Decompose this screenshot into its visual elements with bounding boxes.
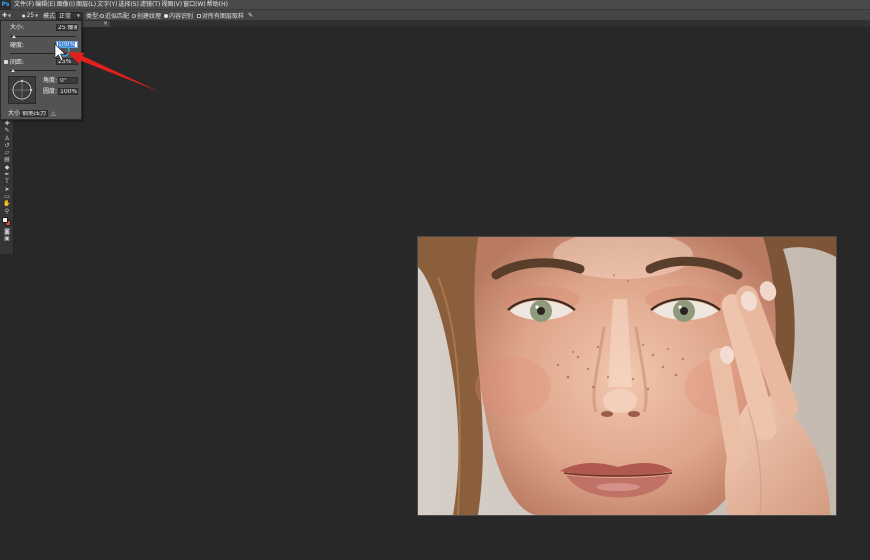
menu-type[interactable]: 文字(Y)	[97, 0, 117, 10]
menu: 文件(F) 编辑(E) 图像(I) 图层(L) 文字(Y) 选择(S) 滤镜(T…	[14, 0, 228, 10]
roundness-input[interactable]: 100%	[58, 88, 78, 95]
menu-select[interactable]: 选择(S)	[118, 0, 139, 10]
spacing-input[interactable]: 25%	[56, 58, 78, 65]
type-option-create-texture[interactable]: 创建纹理	[132, 10, 161, 21]
spacing-checkbox[interactable]	[4, 60, 8, 64]
hand-icon[interactable]: ✋	[0, 200, 14, 207]
photoshop-logo: Ps	[0, 0, 11, 10]
color-swatches	[0, 215, 14, 228]
brush-settings-popup: 大小: 25 像素 硬度: 100% 间距: 25% 角度: 0° 圆度: 10…	[0, 20, 82, 120]
portrait-photo	[418, 231, 836, 516]
foreground-color-swatch[interactable]	[2, 216, 8, 223]
zoom-icon[interactable]: ⚲	[0, 208, 14, 215]
mode-value: 正常	[59, 13, 72, 20]
pen-icon[interactable]: ✒	[0, 171, 14, 178]
path-selection-icon[interactable]: ➤	[0, 186, 14, 193]
document-tab-strip: ×	[0, 21, 870, 27]
size-slider-handle[interactable]	[11, 35, 16, 38]
type-option-label: 内容识别	[169, 13, 194, 20]
size-slider[interactable]	[10, 35, 76, 38]
chevron-down-icon: ▼	[8, 13, 12, 18]
hardness-input[interactable]: 100%	[56, 41, 78, 48]
spacing-label: 间距:	[10, 59, 25, 66]
hardness-slider-handle[interactable]	[74, 52, 78, 55]
pen-pressure-icon[interactable]: △	[51, 110, 56, 117]
menu-help[interactable]: 帮助(H)	[207, 0, 228, 10]
spacing-slider-handle[interactable]	[10, 69, 15, 72]
roundness-label: 圆度:	[43, 88, 58, 95]
menu-image[interactable]: 图像(I)	[57, 0, 75, 10]
angle-input[interactable]: 0°	[58, 77, 78, 84]
brush-icon[interactable]: ✎	[0, 127, 14, 134]
tools-panel: ✚ ✎ ♙ ↺ ▱ ▤ ◆ ✒ T ➤ ▭ ✋ ⚲ ◙ ▣	[0, 120, 14, 254]
brush-size-preview: 25	[26, 12, 35, 19]
type-label: 类型:	[86, 13, 101, 20]
type-option-content-aware[interactable]: 内容识别	[164, 10, 193, 21]
menu-bar: Ps 文件(F) 编辑(E) 图像(I) 图层(L) 文字(Y) 选择(S) 滤…	[0, 0, 870, 10]
angle-label: 角度:	[43, 77, 58, 84]
close-icon[interactable]: ×	[103, 20, 108, 27]
history-brush-icon[interactable]: ↺	[0, 142, 14, 149]
mode-dropdown[interactable]: 正常 ▼	[56, 11, 83, 20]
hardness-label: 硬度:	[10, 42, 25, 49]
size-input[interactable]: 25 像素	[56, 24, 78, 31]
radio-button[interactable]	[132, 13, 136, 18]
chevron-down-icon: ▼	[35, 13, 39, 18]
menu-window[interactable]: 窗口(W)	[183, 0, 206, 10]
document-canvas[interactable]	[418, 231, 836, 516]
size-control-dropdown[interactable]: 钢笔压力	[20, 110, 48, 117]
pen-pressure-icon[interactable]: ✎	[248, 10, 253, 21]
sample-all-layers-option[interactable]: 对所有图层取样	[197, 10, 244, 21]
gradient-icon[interactable]: ▤	[0, 156, 14, 163]
type-option-label: 近似匹配	[105, 13, 130, 20]
clone-stamp-icon[interactable]: ♙	[0, 135, 14, 142]
sample-all-layers-checkbox[interactable]	[197, 13, 201, 18]
quick-mask-icon[interactable]: ◙	[0, 228, 14, 235]
menu-file[interactable]: 文件(F)	[14, 0, 34, 10]
eraser-icon[interactable]: ▱	[0, 149, 14, 156]
menu-filter[interactable]: 滤镜(T)	[140, 0, 160, 10]
healing-brush-icon[interactable]: ✚	[0, 120, 14, 127]
brush-shape-preview	[11, 79, 33, 101]
radio-button[interactable]	[164, 13, 168, 18]
menu-view[interactable]: 视图(V)	[161, 0, 182, 10]
type-option-label: 创建纹理	[137, 13, 162, 20]
hardness-value: 100%	[58, 41, 76, 48]
document-tab[interactable]: ×	[82, 21, 110, 27]
screen-mode-icon[interactable]: ▣	[0, 235, 14, 242]
options-bar: ✚ ▼ ● 25 ▼ 模式: 正常 ▼ 类型: 近似匹配 创建纹理 内容识别 对…	[0, 10, 870, 21]
brush-angle-roundness-widget[interactable]	[8, 76, 36, 104]
spacing-slider[interactable]	[10, 69, 76, 72]
menu-edit[interactable]: 编辑(E)	[35, 0, 55, 10]
radio-button[interactable]	[100, 13, 104, 18]
menu-layer[interactable]: 图层(L)	[76, 0, 96, 10]
brush-tip-icon: ●	[22, 13, 26, 18]
sample-all-layers-label: 对所有图层取样	[202, 13, 245, 20]
chevron-down-icon: ▼	[76, 13, 80, 18]
type-icon[interactable]: T	[0, 178, 14, 185]
hardness-slider[interactable]	[10, 52, 78, 55]
size-label: 大小:	[10, 24, 25, 31]
spot-healing-brush-icon: ✚	[2, 12, 8, 19]
blur-icon[interactable]: ◆	[0, 164, 14, 171]
